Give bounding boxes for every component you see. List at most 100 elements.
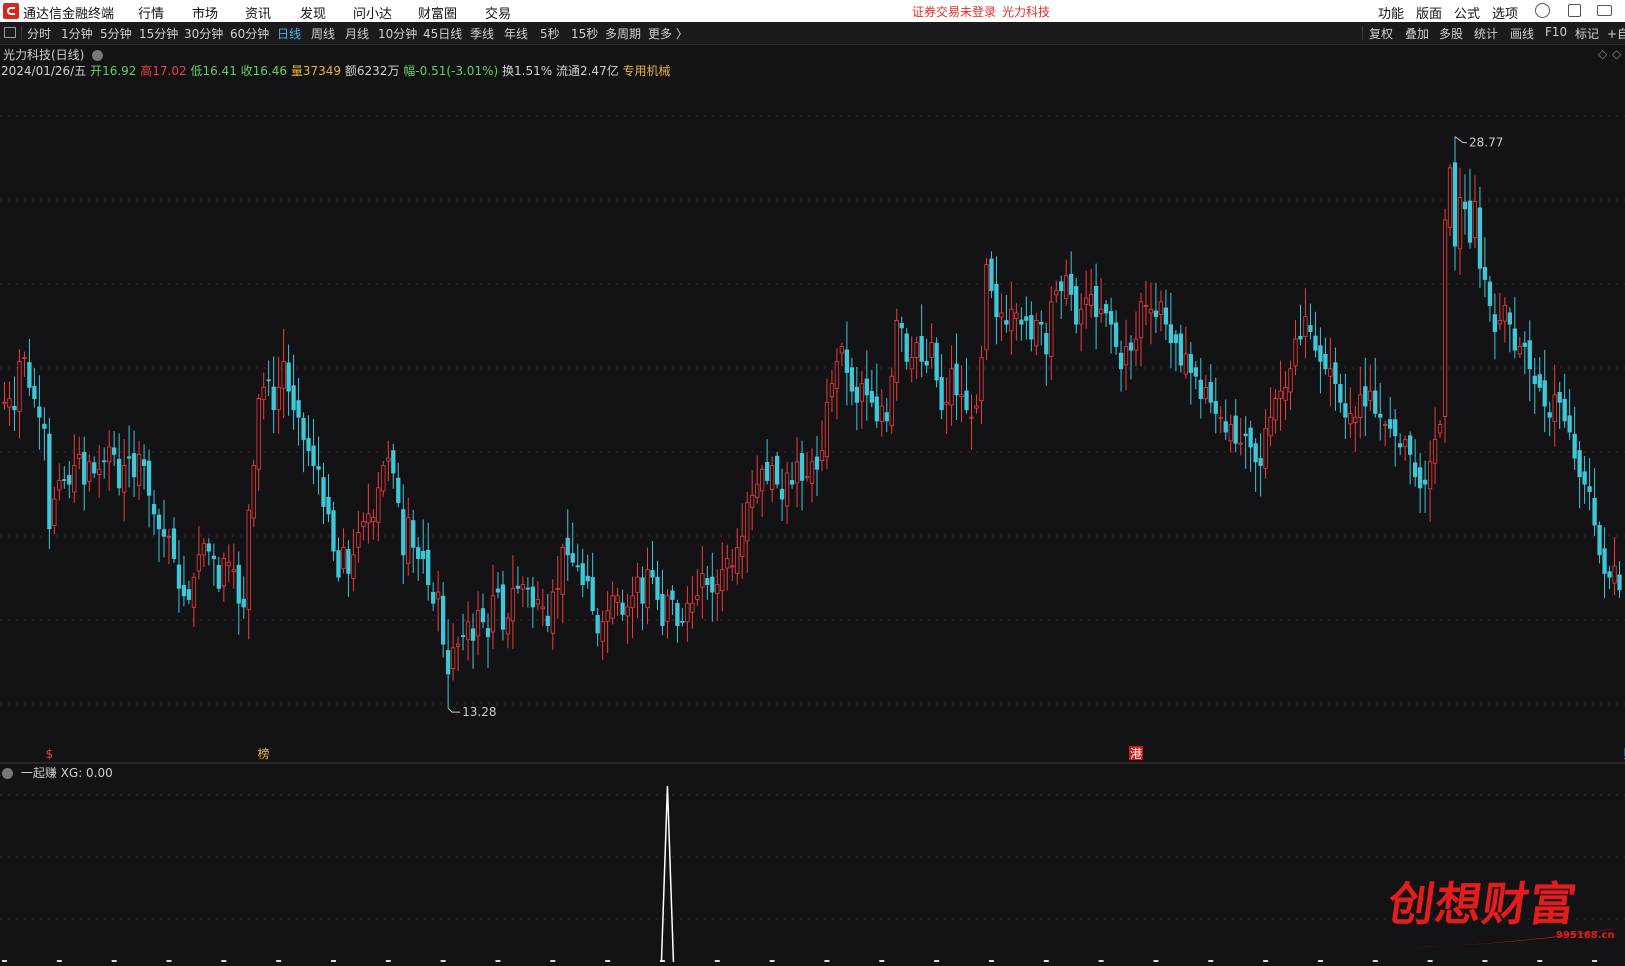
candle-body <box>1148 308 1154 314</box>
candle-body <box>964 390 969 411</box>
refresh-icon[interactable] <box>1535 3 1550 18</box>
menu-banmian[interactable]: 版面 <box>1416 3 1442 22</box>
candle-body <box>450 647 456 669</box>
menu-caifuquan[interactable]: 财富圈 <box>418 3 457 22</box>
candle-body <box>934 342 939 381</box>
period-weekly[interactable]: 周线 <box>311 25 335 42</box>
candle-body <box>1143 305 1149 307</box>
candle-body <box>12 405 17 411</box>
candle-body <box>426 549 431 586</box>
kline-chart[interactable]: 28.7713.28$榜港财$ <box>0 76 1625 766</box>
menu-xuanxiang[interactable]: 选项 <box>1492 3 1518 22</box>
candle-body <box>1412 462 1418 478</box>
candle-body <box>824 401 830 458</box>
candle-body <box>1014 312 1019 319</box>
period-5min[interactable]: 5分钟 <box>100 25 132 42</box>
candle-body <box>266 379 271 382</box>
candle-body <box>610 595 615 619</box>
candle-body <box>1353 416 1358 423</box>
period-multi[interactable]: 多周期 <box>605 25 641 42</box>
candle-body <box>595 614 600 634</box>
menu-zixun[interactable]: 资讯 <box>245 3 271 22</box>
candle-body <box>525 587 531 590</box>
indicator-chart[interactable] <box>0 780 1625 966</box>
indicator-name[interactable]: 一起赚 <box>21 766 57 780</box>
period-15min[interactable]: 15分钟 <box>139 25 178 42</box>
candle-body <box>196 554 202 572</box>
candle-body <box>485 628 491 638</box>
sidebar-toggle-icon[interactable] <box>4 27 16 38</box>
menu-gongneng[interactable]: 功能 <box>1378 3 1404 22</box>
candle-body <box>789 480 795 485</box>
candle-body <box>1308 325 1313 332</box>
period-daily[interactable]: 日线 <box>277 25 301 42</box>
candle-body <box>271 386 276 411</box>
tool-f10[interactable]: F10 <box>1545 25 1567 39</box>
candle-body <box>1462 201 1468 210</box>
tool-tongji[interactable]: 统计 <box>1474 25 1498 42</box>
menu-hangqing[interactable]: 行情 <box>138 3 164 22</box>
candle-body <box>974 405 979 409</box>
period-30min[interactable]: 30分钟 <box>184 25 223 42</box>
tool-duogu[interactable]: 多股 <box>1439 25 1463 42</box>
menu-jiaoyi[interactable]: 交易 <box>485 3 511 22</box>
diamond-icon[interactable]: ◇ <box>1598 47 1607 61</box>
candle-body <box>1417 467 1423 489</box>
period-60min[interactable]: 60分钟 <box>230 25 269 42</box>
menu-faxian[interactable]: 发现 <box>300 3 326 22</box>
candle-body <box>47 433 52 530</box>
indicator-baseline-tick <box>1482 960 1488 962</box>
menu-shichang[interactable]: 市场 <box>192 3 218 22</box>
candle-body <box>1263 427 1268 469</box>
candle-body <box>321 477 326 507</box>
indicator-baseline-tick <box>1592 960 1598 962</box>
period-1min[interactable]: 1分钟 <box>61 25 93 42</box>
candle-body <box>560 546 565 595</box>
tool-zixuan[interactable]: +自 <box>1607 25 1625 42</box>
tool-biaoji[interactable]: 标记 <box>1575 25 1599 42</box>
candle-body <box>1034 320 1039 347</box>
period-5sec[interactable]: 5秒 <box>540 25 560 42</box>
period-quarterly[interactable]: 季线 <box>470 25 494 42</box>
period-15sec[interactable]: 15秒 <box>571 25 598 42</box>
indicator-dropdown-icon[interactable] <box>2 768 13 779</box>
tool-fuquan[interactable]: 复权 <box>1369 25 1393 42</box>
menu-gongshi[interactable]: 公式 <box>1454 3 1480 22</box>
period-10min[interactable]: 10分钟 <box>378 25 417 42</box>
window-icon[interactable] <box>1568 4 1581 17</box>
candle-body <box>381 465 386 492</box>
candle-body <box>431 591 436 604</box>
candle-body <box>690 602 695 613</box>
candle-body <box>131 453 137 478</box>
diamond-icon-2[interactable]: ◇ <box>1612 47 1621 61</box>
candle-body <box>67 474 72 485</box>
period-more[interactable]: 更多 〉 <box>648 25 688 42</box>
candle-body <box>1333 362 1338 385</box>
candle-body <box>1427 461 1433 490</box>
candle-body <box>1532 375 1537 385</box>
period-yearly[interactable]: 年线 <box>504 25 528 42</box>
tool-diejia[interactable]: 叠加 <box>1405 25 1429 42</box>
candle-body <box>77 453 82 459</box>
period-monthly[interactable]: 月线 <box>345 25 369 42</box>
candle-body <box>241 598 246 608</box>
candle-body <box>1612 565 1617 584</box>
dropdown-icon[interactable] <box>92 50 104 61</box>
candle-body <box>809 461 815 484</box>
candle-body <box>635 576 640 593</box>
candle-body <box>102 460 107 463</box>
candle-body <box>296 400 301 418</box>
period-fenshi[interactable]: 分时 <box>27 25 51 42</box>
candle-body <box>1273 398 1278 421</box>
period-45day[interactable]: 45日线 <box>423 25 462 42</box>
tool-huaxian[interactable]: 画线 <box>1510 25 1534 42</box>
candle-body <box>769 465 775 490</box>
candle-body <box>899 322 904 329</box>
mail-icon[interactable] <box>1597 5 1612 16</box>
candle-body <box>1318 345 1323 362</box>
trade-login-alert[interactable]: 证券交易未登录 <box>912 3 996 20</box>
menu-wenxiaoda[interactable]: 问小达 <box>353 3 392 22</box>
candle-body <box>1009 308 1014 332</box>
candle-body <box>411 520 416 548</box>
candle-body <box>1228 424 1233 442</box>
